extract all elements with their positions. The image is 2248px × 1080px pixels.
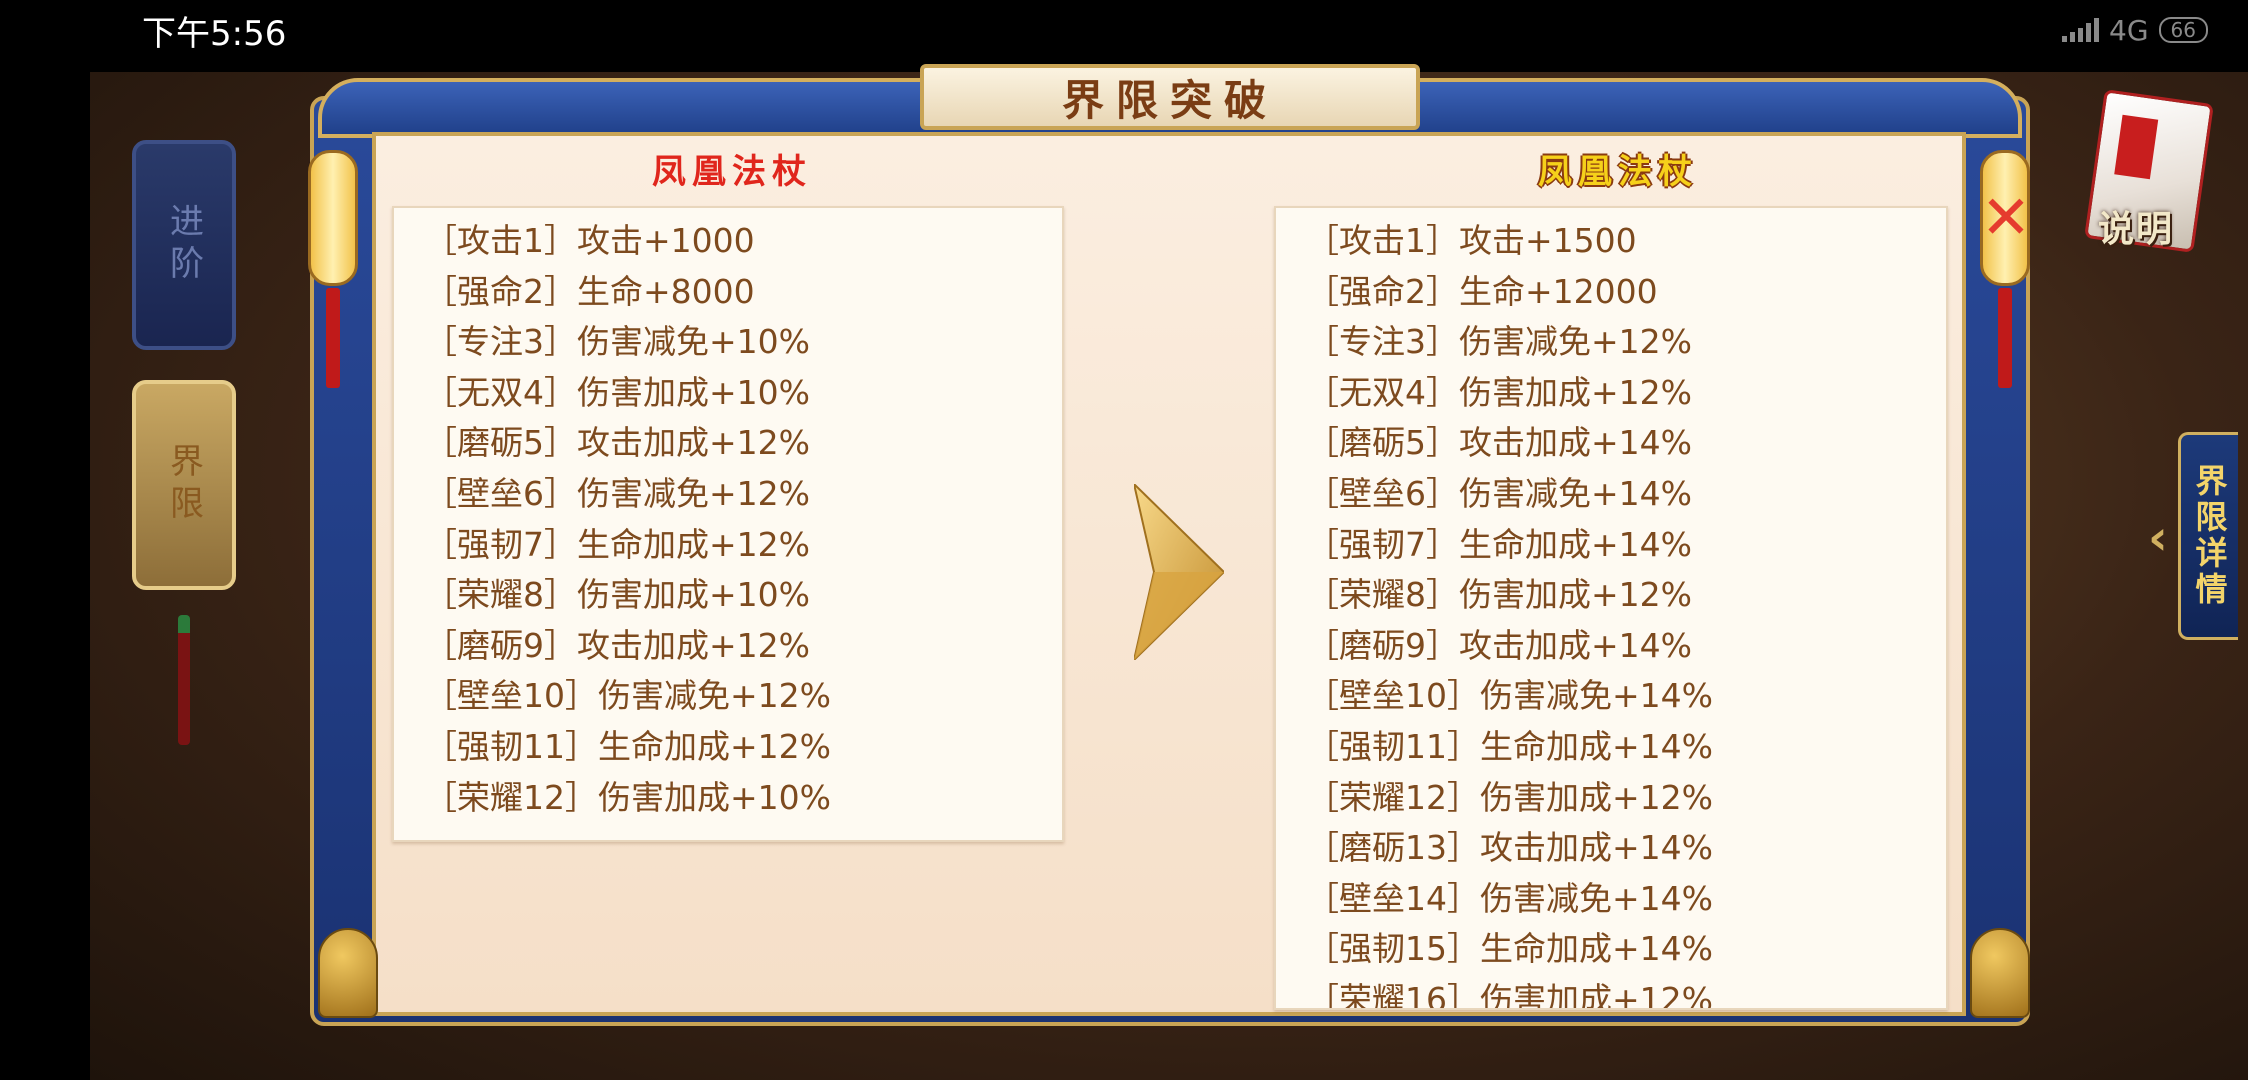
stat-line: ［磨砺5］攻击加成+12%: [424, 423, 810, 463]
network-type: 4G: [2109, 13, 2149, 47]
signal-icon: [2062, 18, 2100, 42]
stat-line: ［强韧7］生命加成+14%: [1306, 524, 1692, 564]
close-icon[interactable]: ✕: [1978, 188, 2034, 248]
stat-line: ［强命2］生命+8000: [424, 271, 755, 311]
stat-line: ［壁垒6］伤害减免+14%: [1306, 473, 1692, 513]
stat-line: ［无双4］伤害加成+10%: [424, 372, 810, 412]
stat-line: ［磨砺9］攻击加成+14%: [1306, 625, 1692, 665]
stat-line: ［强韧11］生命加成+12%: [424, 726, 831, 766]
stat-line: ［专注3］伤害减免+10%: [424, 322, 810, 362]
stat-line: ［磨砺9］攻击加成+12%: [424, 625, 810, 665]
stat-line: ［壁垒10］伤害减免+14%: [1306, 676, 1713, 716]
stat-line: ［强韧15］生命加成+14%: [1306, 929, 1713, 969]
stat-line: ［强韧7］生命加成+12%: [424, 524, 810, 564]
status-bar: 下午5:56 4G 66: [0, 0, 2248, 72]
stat-line: ［荣耀8］伤害加成+12%: [1306, 575, 1692, 615]
arrow-right-icon: [1134, 484, 1224, 660]
stat-line: ［壁垒6］伤害减免+12%: [424, 473, 810, 513]
status-icons: 4G 66: [2062, 10, 2208, 50]
battery-icon: 66: [2158, 17, 2208, 43]
stat-line: ［壁垒14］伤害减免+14%: [1306, 878, 1713, 918]
dragon-left-icon: [318, 928, 378, 1018]
stat-line: ［荣耀8］伤害加成+10%: [424, 575, 810, 615]
dialog-title: 界限突破: [1061, 75, 1278, 125]
stat-line: ［荣耀12］伤害加成+10%: [424, 777, 831, 817]
stat-line: ［磨砺5］攻击加成+14%: [1306, 423, 1692, 463]
current-item-name: 凤凰法杖: [652, 152, 812, 192]
stat-line: ［专注3］伤害减免+12%: [1306, 322, 1692, 362]
stat-line: ［磨砺13］攻击加成+14%: [1306, 828, 1713, 868]
stat-line: ［荣耀16］伤害加成+12%: [1306, 979, 1713, 1010]
next-item-name: 凤凰法杖: [1538, 152, 1698, 192]
next-stats-list[interactable]: ［攻击1］攻击+1500 ［强命2］生命+12000 ［专注3］伤害减免+12%…: [1274, 206, 1948, 1010]
screen-edge: [0, 72, 90, 1080]
lantern-tassel-right: [1998, 288, 2012, 388]
seal-icon: [2114, 114, 2159, 180]
limit-detail-tab[interactable]: 界限详情: [2178, 432, 2238, 640]
stat-line: ［攻击1］攻击+1000: [424, 221, 755, 260]
chevron-left-icon[interactable]: ‹: [2148, 510, 2168, 566]
stat-line: ［强命2］生命+12000: [1306, 271, 1658, 311]
stat-line: ［攻击1］攻击+1500: [1306, 221, 1637, 260]
current-stats-list: ［攻击1］攻击+1000 ［强命2］生命+8000 ［专注3］伤害减免+10% …: [392, 206, 1064, 842]
advance-tab[interactable]: 进阶: [132, 140, 236, 350]
stat-line: ［荣耀12］伤害加成+12%: [1306, 777, 1713, 817]
lantern-left-icon: [308, 150, 358, 286]
stat-line: ［壁垒10］伤害减免+12%: [424, 676, 831, 716]
lantern-tassel-left: [326, 288, 340, 388]
explain-label[interactable]: 说明: [2098, 200, 2174, 252]
tassel-ornament: [178, 615, 190, 745]
dragon-right-icon: [1970, 928, 2030, 1018]
stat-line: ［无双4］伤害加成+12%: [1306, 372, 1692, 412]
title-plaque: 界限突破: [920, 64, 1420, 130]
status-time: 下午5:56: [142, 14, 287, 54]
limit-tab[interactable]: 界限: [132, 380, 236, 590]
stat-line: ［强韧11］生命加成+14%: [1306, 726, 1713, 766]
